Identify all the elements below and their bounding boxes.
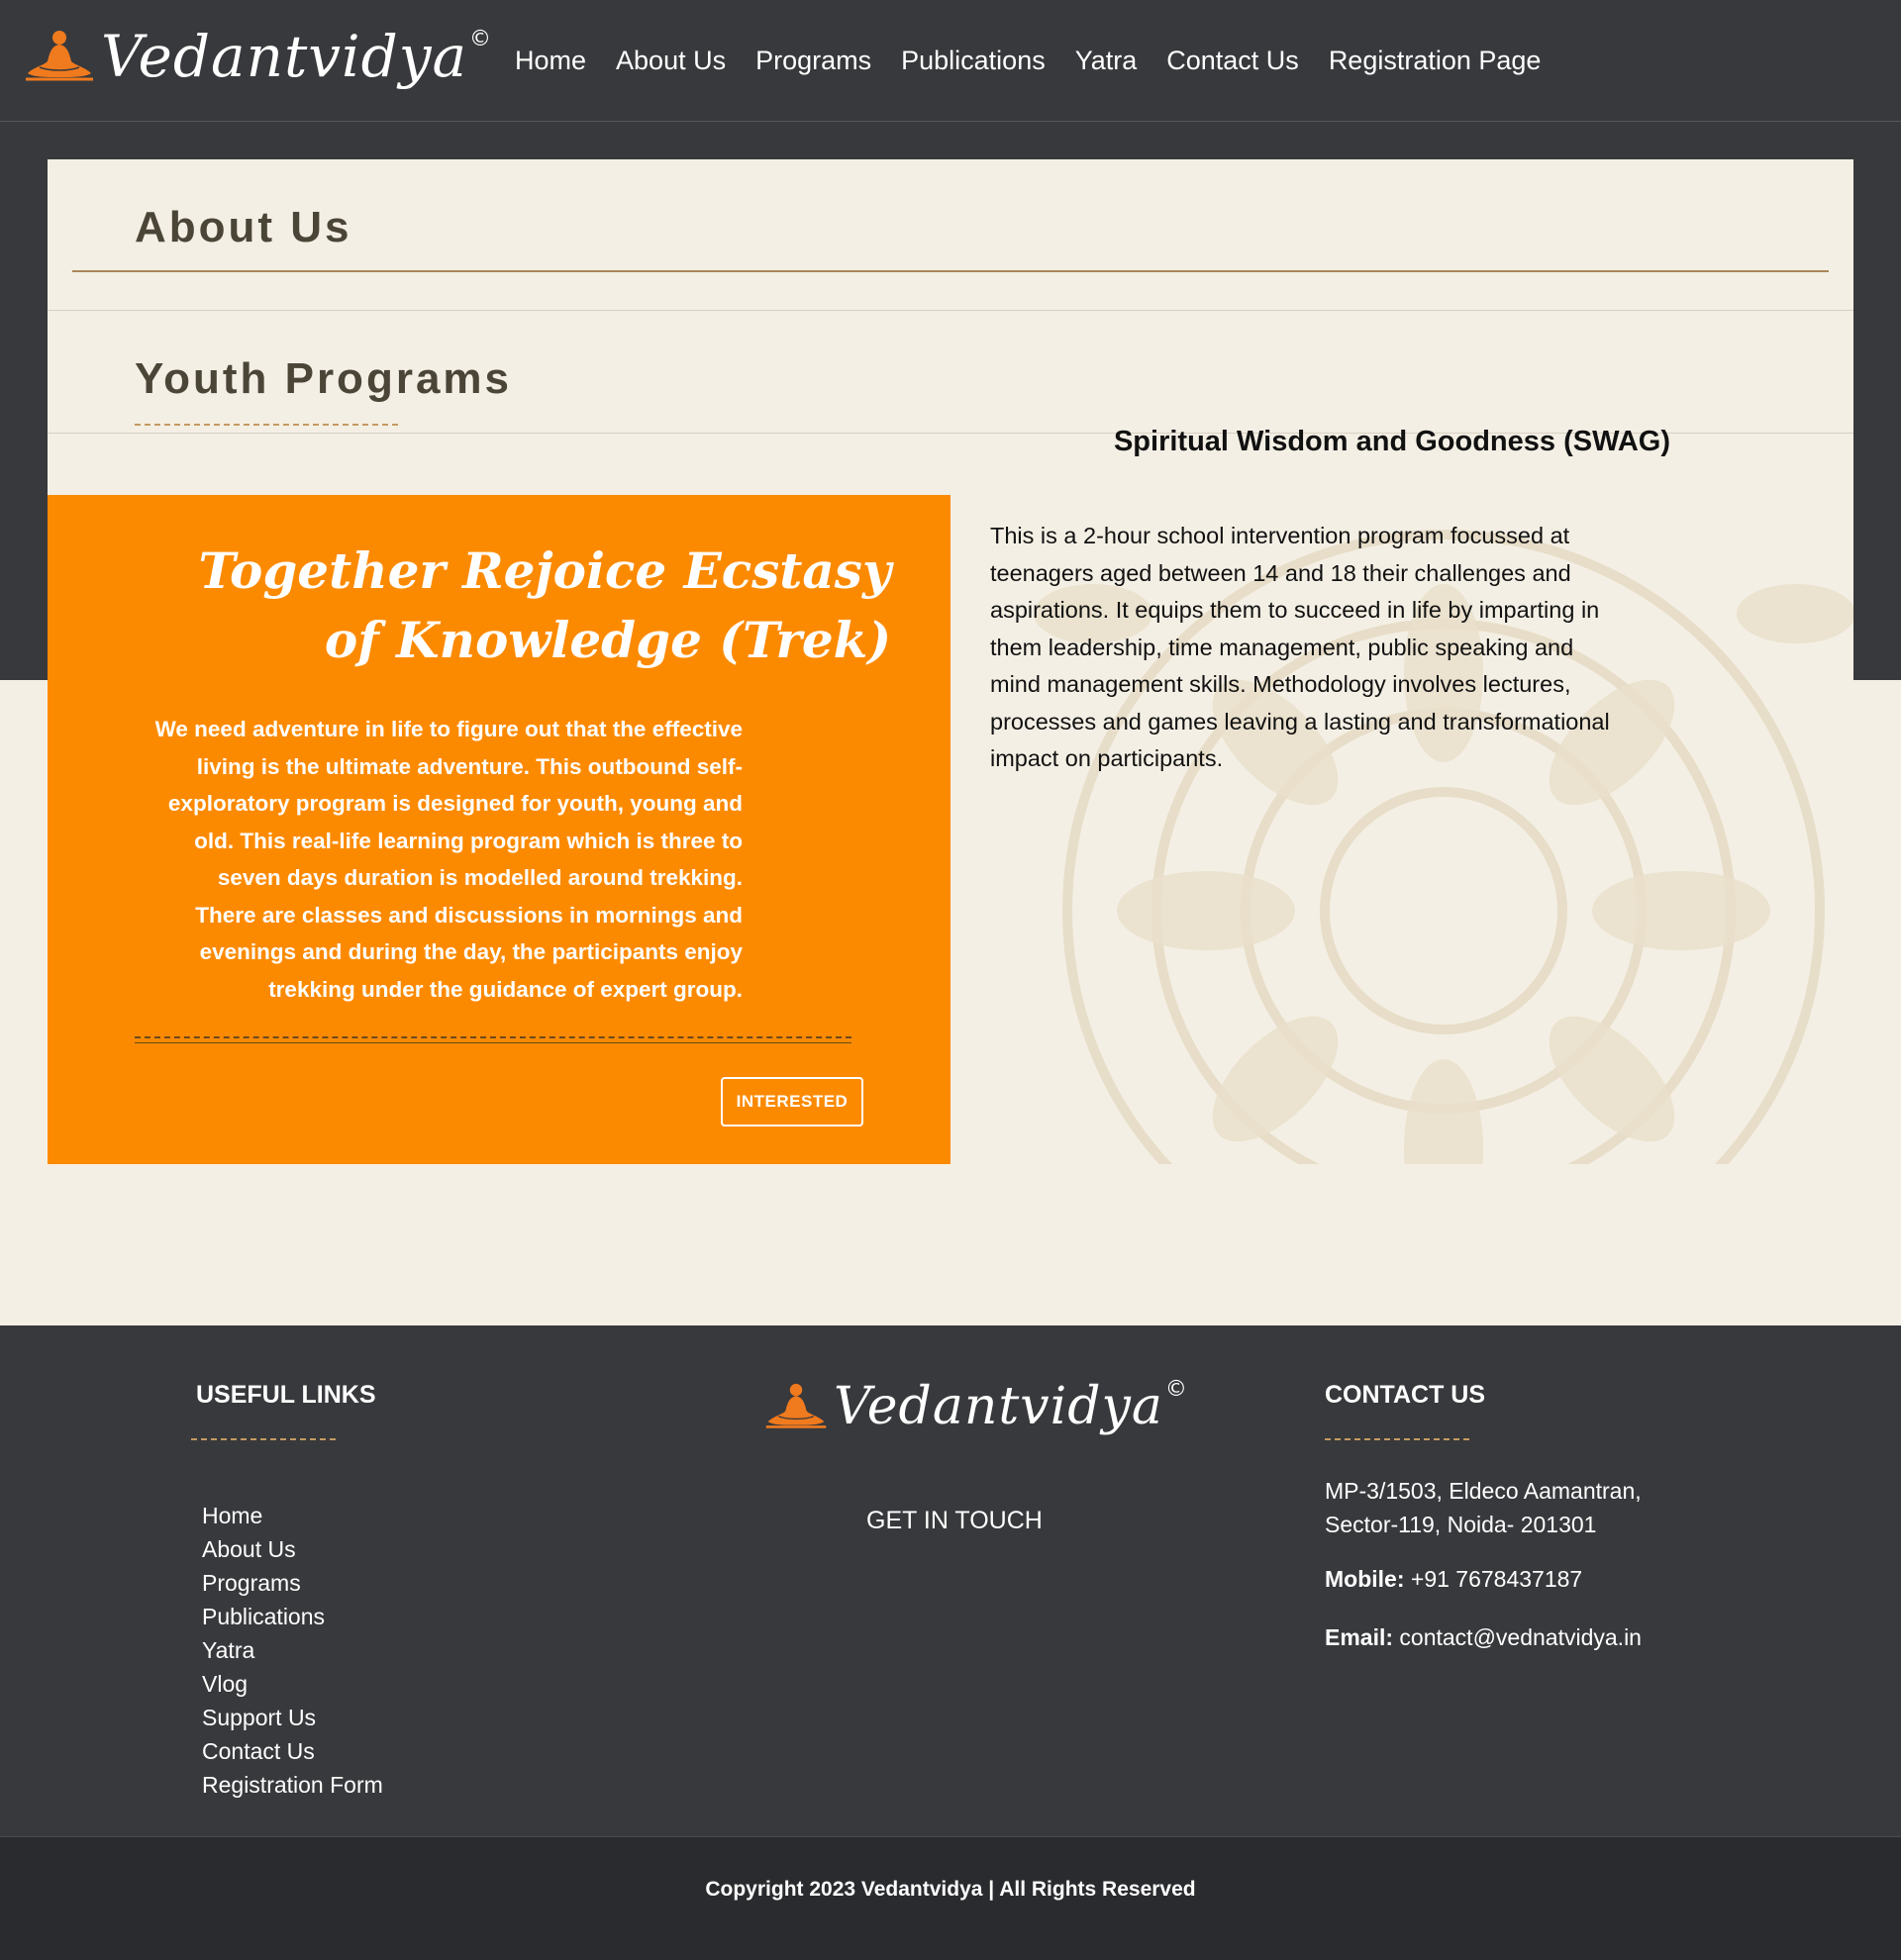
dashed-divider (191, 1438, 336, 1440)
mobile-label: Mobile: (1325, 1566, 1405, 1592)
footer-links: Home About Us Programs Publications Yatr… (202, 1499, 383, 1802)
footer-link-publications[interactable]: Publications (202, 1600, 383, 1633)
navbar: Vedantvidya © Home About Us Programs Pub… (0, 0, 1901, 122)
address: MP-3/1503, Eldeco Aamantran, Sector-119,… (1325, 1474, 1721, 1541)
copyright-text: Copyright 2023 Vedantvidya | All Rights … (705, 1878, 1196, 1901)
divider (72, 270, 1829, 272)
footer-link-registration-form[interactable]: Registration Form (202, 1768, 383, 1802)
divider (135, 1042, 851, 1043)
logo-text: Vedantvidya (834, 1377, 1163, 1436)
address-line-2: Sector-119, Noida- 201301 (1325, 1512, 1597, 1537)
useful-links-title: USEFUL LINKS (196, 1381, 376, 1409)
site-logo[interactable]: Vedantvidya © (24, 23, 492, 90)
mobile: Mobile: +91 7678437187 (1325, 1566, 1582, 1593)
footer-link-programs[interactable]: Programs (202, 1566, 383, 1600)
nav-about-us[interactable]: About Us (616, 46, 726, 76)
interested-button[interactable]: INTERESTED (721, 1077, 863, 1127)
footer-link-about-us[interactable]: About Us (202, 1532, 383, 1566)
main-nav: Home About Us Programs Publications Yatr… (515, 46, 1570, 76)
nav-yatra[interactable]: Yatra (1075, 46, 1138, 76)
site-footer: USEFUL LINKS Home About Us Programs Publ… (0, 1325, 1901, 1836)
youth-section-header: Youth Programs (48, 311, 1853, 434)
about-section-header: About Us (48, 159, 1853, 311)
meditating-figure-icon (765, 1383, 827, 1428)
logo-text: Vedantvidya (101, 23, 468, 90)
email: Email: contact@vednatvidya.in (1325, 1624, 1642, 1651)
footer-link-contact-us[interactable]: Contact Us (202, 1734, 383, 1768)
footer-link-vlog[interactable]: Vlog (202, 1667, 383, 1701)
footer-link-home[interactable]: Home (202, 1499, 383, 1532)
swag-title: Spiritual Wisdom and Goodness (SWAG) (1113, 426, 1671, 457)
address-line-1: MP-3/1503, Eldeco Aamantran, (1325, 1478, 1642, 1504)
nav-programs[interactable]: Programs (755, 46, 871, 76)
nav-publications[interactable]: Publications (901, 46, 1046, 76)
mobile-number[interactable]: +91 7678437187 (1411, 1566, 1582, 1592)
section-title: Youth Programs (135, 354, 513, 403)
dashed-divider (1325, 1438, 1469, 1440)
email-address[interactable]: contact@vednatvidya.in (1399, 1624, 1642, 1650)
footer-link-support-us[interactable]: Support Us (202, 1701, 383, 1734)
meditating-figure-icon (26, 31, 93, 81)
trek-card-title: Together Rejoice Ecstasy of Knowledge (T… (198, 541, 891, 669)
swag-body: This is a 2-hour school intervention pro… (990, 523, 1610, 771)
footer-link-yatra[interactable]: Yatra (202, 1633, 383, 1667)
copyright-bar: Copyright 2023 Vedantvidya | All Rights … (0, 1836, 1901, 1960)
dashed-divider (135, 424, 398, 426)
nav-home[interactable]: Home (515, 46, 586, 76)
trek-program-card: Together Rejoice Ecstasy of Knowledge (T… (48, 495, 950, 1164)
footer-logo[interactable]: Vedantvidya © (764, 1377, 1187, 1436)
logo-mark: © (1164, 1376, 1187, 1402)
dashed-divider (135, 1036, 851, 1038)
get-in-touch-heading: GET IN TOUCH (866, 1507, 1043, 1534)
contact-us-title: CONTACT US (1325, 1381, 1486, 1409)
nav-registration-page[interactable]: Registration Page (1329, 46, 1542, 76)
page-title: About Us (135, 203, 352, 251)
email-label: Email: (1325, 1624, 1394, 1650)
nav-contact-us[interactable]: Contact Us (1166, 46, 1299, 76)
trek-card-body: We need adventure in life to figure out … (154, 717, 743, 1002)
logo-mark: © (469, 26, 492, 51)
